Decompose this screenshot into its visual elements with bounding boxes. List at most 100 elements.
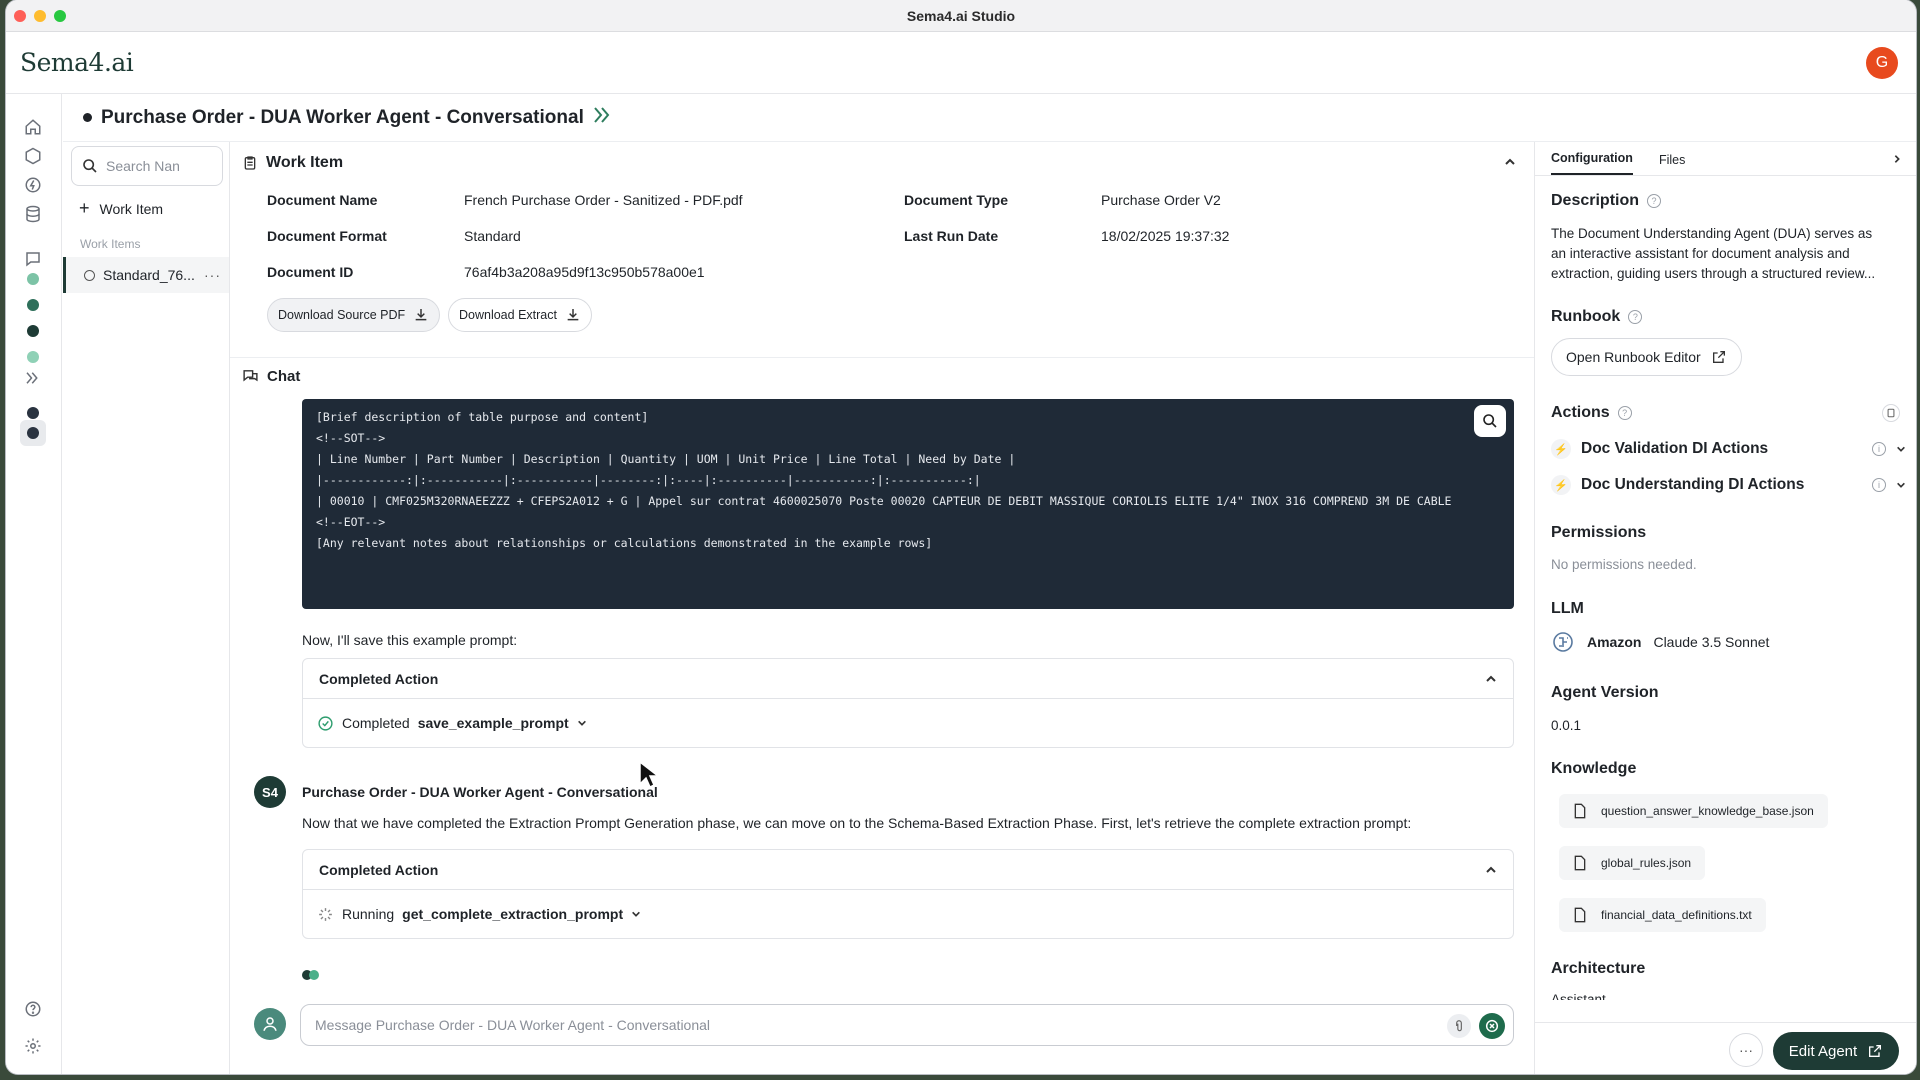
actions-icon[interactable] <box>20 172 46 198</box>
download-icon <box>567 309 579 321</box>
worker-agent-icon[interactable] <box>20 365 46 391</box>
message-input[interactable]: Message Purchase Order - DUA Worker Agen… <box>300 1004 1514 1046</box>
active-agent-item[interactable] <box>20 420 46 446</box>
document-format-value: Standard <box>464 228 521 244</box>
config-tabs: Configuration Files <box>1535 142 1916 176</box>
code-line: |------------:|:-----------|:-----------… <box>316 473 981 487</box>
stop-button[interactable] <box>1479 1013 1505 1039</box>
zoom-window-button[interactable] <box>54 10 66 22</box>
action-status-row[interactable]: Completed save_example_prompt <box>303 699 1513 747</box>
document-icon <box>1887 408 1895 418</box>
check-circle-icon <box>318 715 333 731</box>
settings-icon[interactable] <box>20 1033 46 1059</box>
tab-configuration[interactable]: Configuration <box>1551 151 1633 175</box>
knowledge-title: Knowledge <box>1551 760 1637 777</box>
search-input[interactable]: Search Nan <box>71 146 223 186</box>
knowledge-file[interactable]: financial_data_definitions.txt <box>1559 898 1766 932</box>
close-window-button[interactable] <box>14 10 26 22</box>
collapse-chevron-icon[interactable] <box>1504 156 1516 168</box>
agent-status-dot[interactable] <box>27 325 39 337</box>
user-avatar[interactable]: G <box>1866 46 1898 79</box>
agent-name: Purchase Order - DUA Worker Agent - Conv… <box>302 784 658 800</box>
open-runbook-editor-button[interactable]: Open Runbook Editor <box>1551 338 1742 376</box>
code-line: | 00010 | CMF025M320RNAEEZZZ + CFEPS2A01… <box>316 494 1452 508</box>
download-extract-button[interactable]: Download Extract <box>448 298 592 332</box>
agent-status-dot[interactable] <box>27 407 39 419</box>
chat-header: Chat <box>242 368 300 385</box>
help-icon[interactable]: ? <box>1647 194 1662 208</box>
config-footer: ··· Edit Agent <box>1535 1022 1916 1074</box>
download-source-label: Download Source PDF <box>278 308 406 322</box>
llm-section-title: LLM <box>1551 600 1584 618</box>
info-icon[interactable]: i <box>1872 478 1886 492</box>
zoom-code-button[interactable] <box>1474 405 1506 437</box>
agent-avatar: S4 <box>254 776 286 808</box>
more-options-button[interactable]: ··· <box>204 267 221 283</box>
mouse-cursor-icon <box>639 760 660 789</box>
agent-title-bar: Purchase Order - DUA Worker Agent - Conv… <box>63 94 1916 142</box>
llm-title: LLM <box>1551 600 1584 617</box>
agent-status-dot <box>83 113 92 122</box>
work-items-section-label: Work Items <box>80 237 141 251</box>
minimize-window-button[interactable] <box>34 10 46 22</box>
info-icon[interactable]: i <box>1872 442 1886 456</box>
hexagon-icon[interactable] <box>20 143 46 169</box>
agent-version: 0.0.1 <box>1551 718 1582 733</box>
search-placeholder: Search Nan <box>106 158 180 174</box>
knowledge-file[interactable]: global_rules.json <box>1559 846 1706 880</box>
chevron-down-icon[interactable] <box>1896 444 1906 454</box>
more-options-button[interactable]: ··· <box>1729 1033 1763 1067</box>
configuration-pane: Configuration Files Description ? The Do… <box>1534 142 1916 1074</box>
action-row-controls: i <box>1872 442 1906 456</box>
action-card-header[interactable]: Completed Action <box>303 850 1513 890</box>
home-icon[interactable] <box>20 114 46 140</box>
agent-status-dot[interactable] <box>27 299 39 311</box>
database-icon[interactable] <box>20 201 46 227</box>
code-line: <!--EOT--> <box>316 515 386 529</box>
action-status: Completed <box>342 715 410 731</box>
tab-files[interactable]: Files <box>1659 153 1685 175</box>
document-name-label: Document Name <box>267 192 378 208</box>
action-card-header[interactable]: Completed Action <box>303 659 1513 699</box>
completed-action-card: Completed Action Completed save_example_… <box>302 658 1514 748</box>
code-block[interactable]: [Brief description of table purpose and … <box>302 399 1514 609</box>
edit-agent-label: Edit Agent <box>1788 1042 1858 1060</box>
action-status-row[interactable]: Running get_complete_extraction_prompt <box>303 890 1513 938</box>
action-package-row[interactable]: ⚡ Doc Understanding DI Actions i <box>1551 470 1906 500</box>
help-icon[interactable]: ? <box>1628 310 1643 324</box>
help-icon[interactable]: ? <box>1617 406 1632 420</box>
work-item-row[interactable]: Standard_76... ··· <box>63 257 229 293</box>
document-type-label: Document Type <box>904 192 1008 208</box>
chat-message-text: Now, I'll save this example prompt: <box>302 632 518 648</box>
action-name: save_example_prompt <box>417 715 569 731</box>
app-logo[interactable]: Sema4.ai <box>20 48 134 77</box>
action-package-row[interactable]: ⚡ Doc Validation DI Actions i <box>1551 434 1906 464</box>
app-header: Sema4.ai G <box>6 32 1916 94</box>
chat-icon[interactable] <box>20 246 46 272</box>
edit-agent-button[interactable]: Edit Agent <box>1773 1032 1899 1070</box>
download-source-button[interactable]: Download Source PDF <box>267 298 441 332</box>
document-id-label: Document ID <box>267 264 354 280</box>
chevron-up-icon <box>1486 866 1496 873</box>
file-icon <box>1574 855 1586 871</box>
chevron-up-icon <box>1486 675 1496 682</box>
file-icon <box>1574 907 1586 923</box>
knowledge-file[interactable]: question_answer_knowledge_base.json <box>1559 794 1828 828</box>
new-work-item-button[interactable]: + Work Item <box>63 198 229 219</box>
agent-status-dot[interactable] <box>27 351 39 363</box>
work-item-header[interactable]: Work Item <box>242 154 1522 172</box>
chevron-right-icon[interactable] <box>1892 154 1902 164</box>
description-section-title: Description ? <box>1551 192 1662 210</box>
action-package-name: Doc Understanding DI Actions <box>1581 476 1805 493</box>
file-icon <box>1574 803 1586 819</box>
document-id-value: 76af4b3a208a95d9f13c950b578a00e1 <box>464 264 705 280</box>
nav-rail <box>6 94 62 1074</box>
attach-button[interactable] <box>1447 1014 1471 1038</box>
action-card-title: Completed Action <box>319 861 439 878</box>
code-line: | Line Number | Part Number | Descriptio… <box>316 452 1016 466</box>
agent-status-dot[interactable] <box>27 273 39 285</box>
chevron-down-icon[interactable] <box>1896 480 1906 490</box>
add-action-button[interactable] <box>1882 404 1900 422</box>
help-icon[interactable] <box>20 996 46 1022</box>
knowledge-file-name: financial_data_definitions.txt <box>1601 908 1752 922</box>
